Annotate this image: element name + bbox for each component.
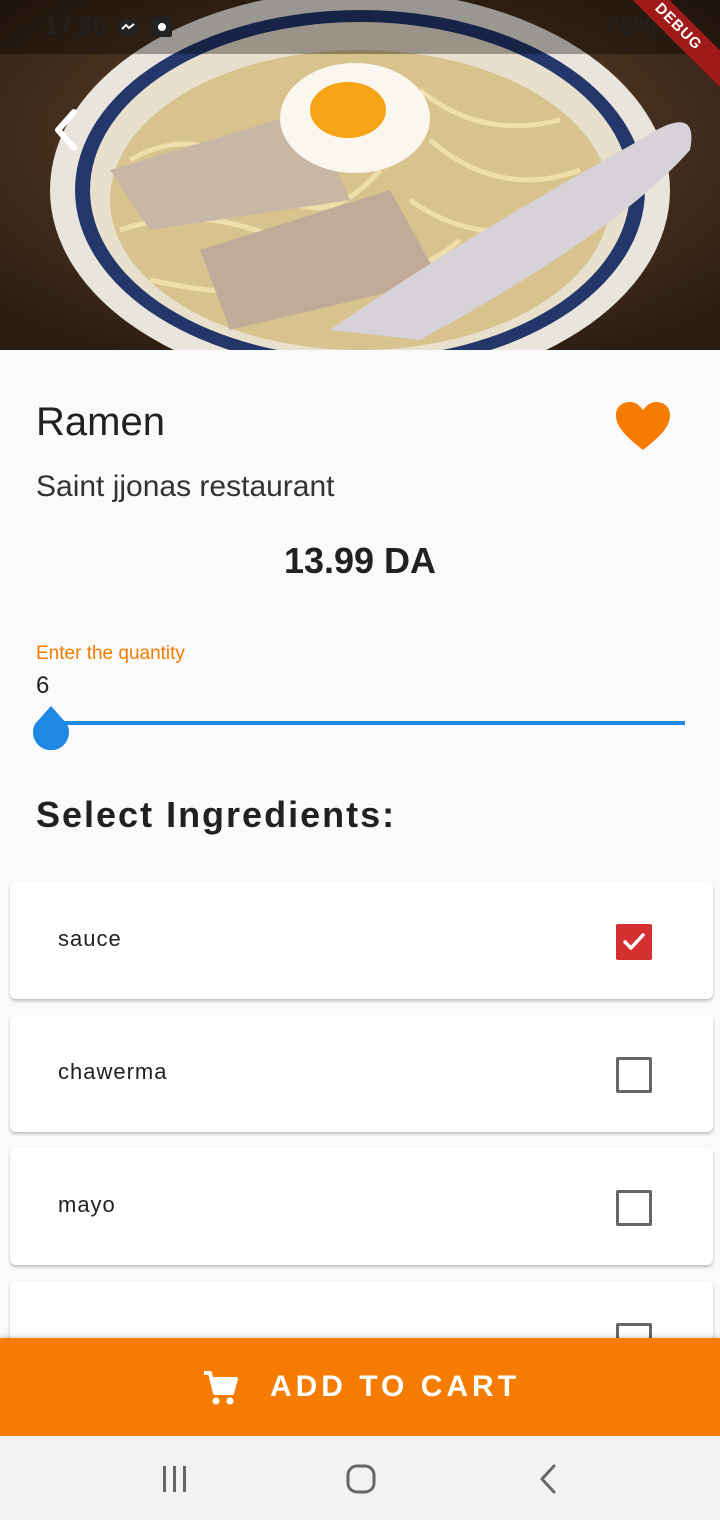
cart-icon bbox=[203, 1371, 238, 1405]
status-bar: 17:56 78% bbox=[0, 0, 720, 54]
back-button[interactable] bbox=[40, 100, 90, 160]
ingredient-item-sauce[interactable]: sauce bbox=[10, 882, 713, 999]
product-price: 13.99 DA bbox=[283, 540, 437, 581]
status-time: 17:56 bbox=[44, 12, 107, 40]
add-to-cart-button[interactable]: ADD TO CART bbox=[0, 1338, 720, 1436]
quantity-label: Enter the quantity bbox=[36, 643, 185, 664]
heart-icon bbox=[616, 402, 670, 450]
ingredient-checkbox[interactable] bbox=[616, 1057, 652, 1093]
system-nav-bar bbox=[0, 1436, 720, 1520]
ingredient-checkbox[interactable] bbox=[616, 924, 652, 960]
chevron-left-icon bbox=[55, 109, 77, 151]
nav-back-button[interactable] bbox=[524, 1454, 574, 1504]
back-icon bbox=[540, 1464, 556, 1494]
recents-icon bbox=[163, 1466, 186, 1492]
ingredient-label: mayo bbox=[58, 1192, 116, 1217]
ingredient-item-mayo[interactable]: mayo bbox=[10, 1148, 713, 1265]
ingredient-label: chawerma bbox=[58, 1059, 168, 1084]
ingredient-label: sauce bbox=[58, 926, 122, 951]
restaurant-name: Saint jjonas restaurant bbox=[36, 470, 335, 503]
quantity-slider-track[interactable] bbox=[50, 721, 685, 725]
add-to-cart-label: ADD TO CART bbox=[269, 1370, 521, 1403]
home-icon bbox=[346, 1464, 376, 1494]
ingredient-item-chawerma[interactable]: chawerma bbox=[10, 1015, 713, 1132]
ingredient-checkbox[interactable] bbox=[616, 1190, 652, 1226]
check-icon bbox=[623, 933, 645, 950]
favorite-button[interactable] bbox=[614, 400, 672, 452]
quantity-value: 6 bbox=[36, 672, 50, 699]
recents-button[interactable] bbox=[150, 1454, 200, 1504]
messenger-icon bbox=[118, 17, 138, 37]
home-button[interactable] bbox=[336, 1454, 386, 1504]
quantity-slider-thumb[interactable] bbox=[31, 706, 71, 751]
status-icons bbox=[116, 15, 174, 39]
product-name: Ramen bbox=[36, 400, 165, 444]
gallery-icon bbox=[152, 17, 172, 37]
ingredients-title: Select Ingredients: bbox=[36, 794, 397, 835]
